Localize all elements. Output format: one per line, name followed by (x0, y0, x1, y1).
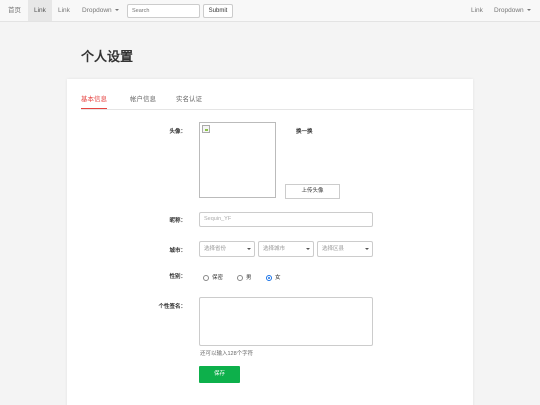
gender-option-female[interactable]: 女 (266, 273, 281, 281)
tab-account-info[interactable]: 帐户信息 (130, 93, 156, 109)
gender-option-label: 保密 (212, 275, 224, 281)
avatar-image (199, 122, 276, 198)
tabs-divider (81, 109, 473, 110)
signature-char-hint: 还可以输入128个字符 (200, 351, 254, 357)
gender-option-male[interactable]: 男 (237, 273, 252, 281)
caret-down-icon (114, 9, 119, 12)
signature-label: 个性签名： (158, 304, 186, 310)
gender-option-label: 男 (246, 275, 252, 281)
nav-submit-button[interactable]: Submit (203, 4, 233, 18)
province-select[interactable]: 选择省份 (199, 241, 255, 257)
broken-image-icon (202, 125, 210, 133)
nav-brand-home[interactable]: 首页 (2, 0, 27, 21)
signature-textarea[interactable] (199, 297, 373, 346)
nav-search-input[interactable] (127, 4, 200, 18)
upload-avatar-button[interactable]: 上传头像 (285, 184, 340, 199)
tab-verification[interactable]: 实名认证 (176, 93, 202, 109)
radio-unchecked[interactable] (237, 274, 243, 281)
district-select[interactable]: 选择区县 (317, 241, 373, 257)
gender-label: 性别： (169, 274, 186, 280)
nav-link-1[interactable]: Link (28, 0, 52, 21)
top-navbar: 首页 Link Link Dropdown Submit Link Dropdo… (0, 0, 540, 22)
chevron-down-icon (306, 248, 310, 250)
nav-link-right[interactable]: Link (465, 0, 489, 21)
nav-link-2[interactable]: Link (52, 0, 76, 21)
page-title: 个人设置 (81, 49, 134, 64)
gender-option-secret[interactable]: 保密 (203, 273, 223, 281)
nav-dropdown[interactable]: Dropdown (76, 0, 125, 21)
radio-unchecked[interactable] (203, 274, 209, 281)
province-select-value: 选择省份 (204, 246, 227, 252)
save-button[interactable]: 保存 (199, 366, 240, 383)
city-label: 城市： (169, 248, 186, 254)
gender-option-label: 女 (275, 275, 281, 281)
district-select-value: 选择区县 (322, 246, 345, 252)
avatar-label: 头像： (169, 129, 186, 135)
city-select-value: 选择城市 (263, 246, 286, 252)
chevron-down-icon (365, 248, 369, 250)
city-select[interactable]: 选择城市 (258, 241, 314, 257)
nav-dropdown-right[interactable]: Dropdown (488, 0, 537, 21)
nav-dropdown-label: Dropdown (82, 7, 112, 14)
tab-basic-info[interactable]: 基本信息 (81, 93, 107, 110)
radio-checked[interactable] (266, 274, 272, 281)
swap-avatar-link[interactable]: 换一换 (296, 127, 313, 135)
nav-dropdown-right-label: Dropdown (494, 7, 524, 14)
nickname-label: 昵称： (169, 218, 186, 224)
nickname-input[interactable]: Sequin_YF (199, 212, 373, 227)
chevron-down-icon (247, 248, 251, 250)
caret-down-icon (526, 9, 531, 12)
